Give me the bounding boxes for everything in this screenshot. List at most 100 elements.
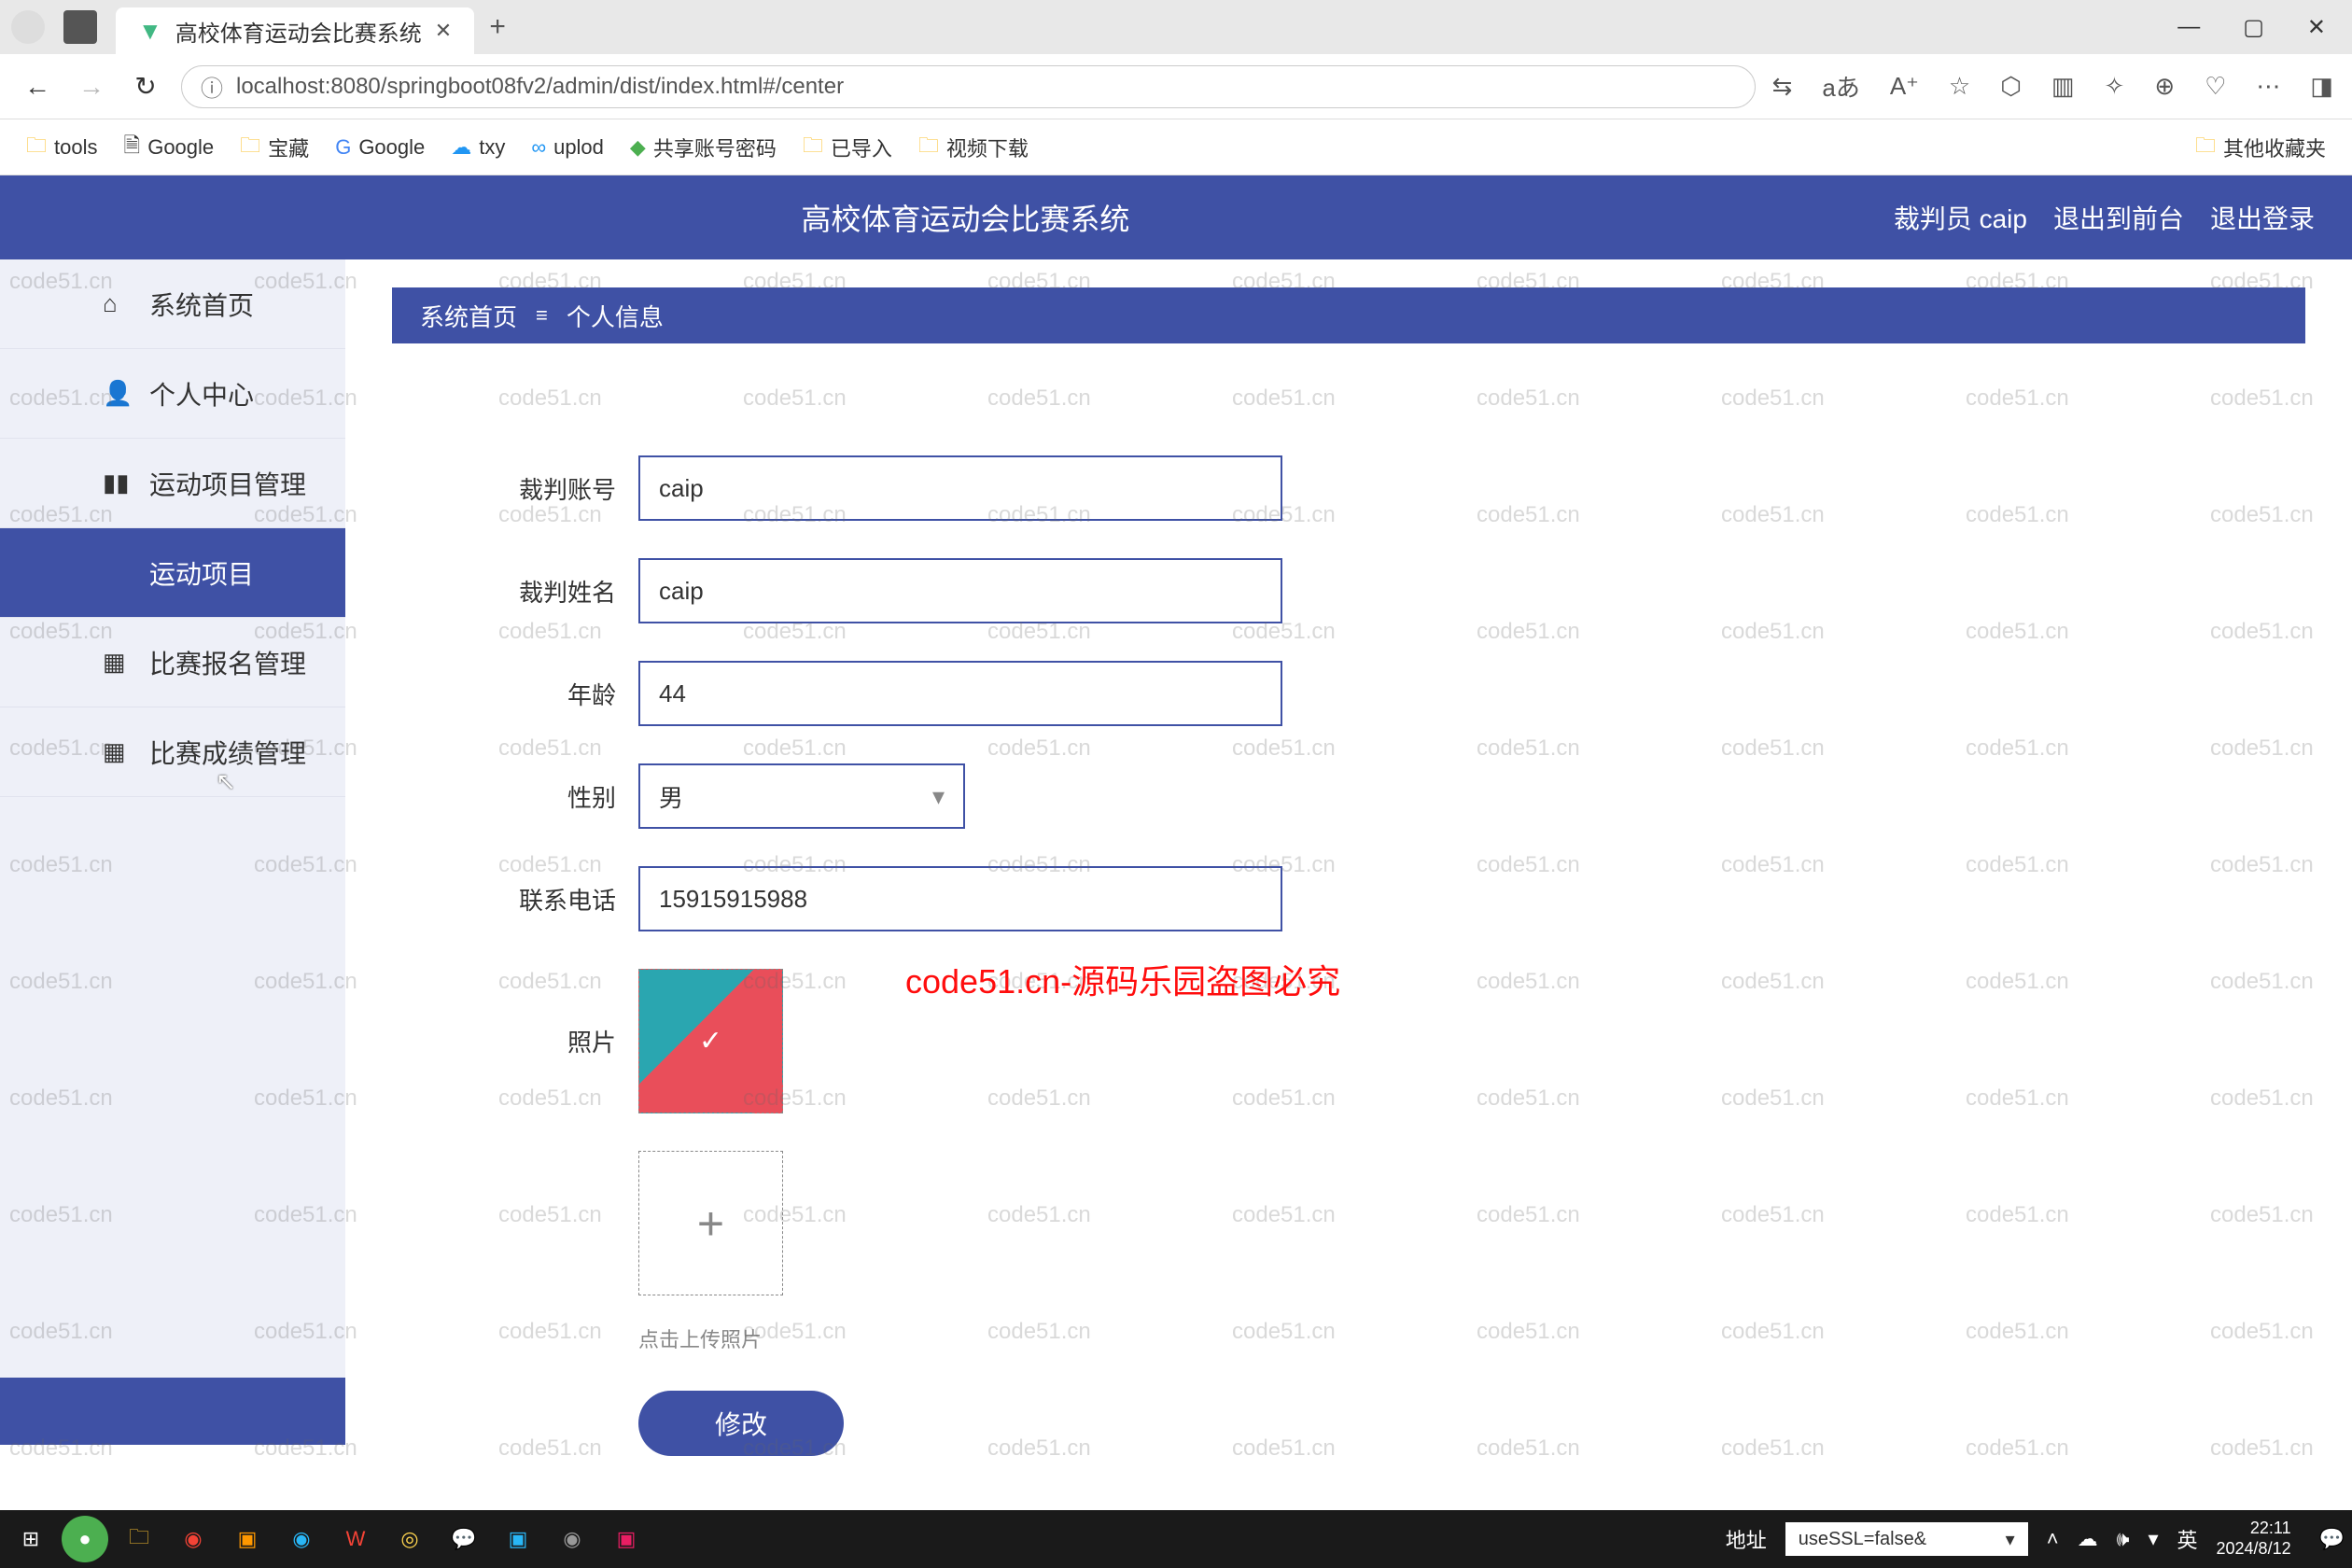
bookmark-share[interactable]: ◆共享账号密码 [630,133,777,162]
close-window-icon[interactable]: ✕ [2307,14,2326,41]
account-label: 裁判账号 [467,471,616,506]
logout-front-link[interactable]: 退出到前台 [2053,199,2184,236]
bookmark-tools[interactable]: 🗀tools [26,130,98,165]
address-label: 地址 [1726,1524,1767,1554]
chrome-icon[interactable]: ◉ [170,1516,217,1562]
info-icon[interactable]: ⓘ [201,70,223,103]
refresh-icon[interactable]: ↻ [127,71,164,102]
logout-link[interactable]: 退出登录 [2210,199,2315,236]
extension-icon[interactable]: ⬡ [2000,72,2022,101]
wechat-icon[interactable]: 💬 [441,1516,487,1562]
sidebar-item-sports[interactable]: 运动项目 [0,528,345,618]
more-icon[interactable]: ⋯ [2256,72,2280,101]
page-icon: 🗎 [124,130,141,165]
tab-title: 高校体育运动会比赛系统 [175,15,422,48]
tab-bar: ▼ 高校体育运动会比赛系统 ✕ + — ▢ ✕ [0,0,2352,54]
ime-indicator[interactable]: 英 [2177,1524,2198,1554]
sidebar-item-enroll[interactable]: ▦比赛报名管理 [0,618,345,707]
folder-icon: 🗀 [26,130,47,165]
account-input[interactable] [638,455,1282,521]
cloud-icon: ☁ [451,135,471,160]
app-icon[interactable]: ● [62,1516,108,1562]
list-icon: ▮▮ [103,469,131,497]
folder-icon: 🗀 [803,130,823,165]
google-icon: G [335,135,351,160]
reader-icon[interactable]: ⇆ [1772,72,1793,101]
bookmark-video[interactable]: 🗀视频下载 [918,130,1029,165]
minimize-icon[interactable]: — [2177,14,2200,41]
bookmark-uplod[interactable]: ∞uplod [531,135,604,160]
main-content: 系统首页 ≡ 个人信息 裁判账号 裁判姓名 年龄 性别男▾ 联系电话 照片✓ +… [345,259,2352,1445]
link-icon: ∞ [531,135,546,160]
url-field[interactable]: ⓘ localhost:8080/springboot08fv2/admin/d… [181,65,1756,108]
breadcrumb: 系统首页 ≡ 个人信息 [392,287,2305,343]
upload-hint: 点击上传照片 [638,1323,2305,1353]
app-header: 高校体育运动会比赛系统 裁判员 caip 退出到前台 退出登录 [0,175,2352,259]
bird-icon[interactable]: ▣ [495,1516,541,1562]
split-icon[interactable]: ▥ [2051,72,2075,101]
profile-form: 裁判账号 裁判姓名 年龄 性别男▾ 联系电话 照片✓ + 点击上传照片 修改 [392,343,2305,1456]
wps-icon[interactable]: W [332,1516,379,1562]
idea-icon[interactable]: ▣ [603,1516,650,1562]
new-tab-button[interactable]: + [474,4,521,50]
start-icon[interactable]: ⊞ [7,1516,54,1562]
breadcrumb-sep-icon: ≡ [536,303,548,328]
folder-icon: 🗀 [918,130,939,165]
downloads-icon[interactable]: ⊕ [2154,72,2175,101]
misc-icon[interactable]: ◎ [386,1516,433,1562]
tray-up-icon[interactable]: ˄ [2047,1527,2059,1551]
read-aloud-icon[interactable]: A⁺ [1890,72,1919,101]
sublime-icon[interactable]: ▣ [224,1516,271,1562]
tray-icon[interactable]: ▾ [2148,1527,2158,1551]
workspace-icon[interactable] [63,10,97,44]
sidebar-item-profile[interactable]: 👤个人中心 [0,349,345,439]
clock[interactable]: 22:11 2024/8/12 [2217,1519,2301,1559]
browser-tab[interactable]: ▼ 高校体育运动会比赛系统 ✕ [116,7,474,54]
gender-select[interactable]: 男▾ [638,763,965,829]
grid-icon: ▦ [103,737,131,766]
folder-icon: 🗀 [240,130,260,165]
translate-icon[interactable]: aあ [1822,69,1859,104]
favorite-icon[interactable]: ☆ [1949,72,1970,101]
chevron-down-icon: ▾ [932,782,945,811]
profile-icon[interactable] [11,10,45,44]
upload-box[interactable]: + [638,1151,783,1295]
forward-icon: → [73,72,110,102]
photo-label: 照片 [467,1024,616,1058]
notification-icon[interactable]: 💬 [2319,1527,2345,1551]
user-label: 裁判员 caip [1894,199,2027,236]
performance-icon[interactable]: ♡ [2205,72,2226,101]
breadcrumb-home[interactable]: 系统首页 [420,299,517,333]
bookmark-baozang[interactable]: 🗀宝藏 [240,130,309,165]
share-icon: ◆ [630,135,646,160]
app: 高校体育运动会比赛系统 裁判员 caip 退出到前台 退出登录 ⌂系统首页 👤个… [0,175,2352,1445]
edge-icon[interactable]: ◉ [278,1516,325,1562]
explorer-icon[interactable]: 🗀 [116,1516,162,1562]
photo-thumbnail[interactable]: ✓ [638,969,783,1113]
age-label: 年龄 [467,677,616,711]
bookmark-imported[interactable]: 🗀已导入 [803,130,892,165]
phone-input[interactable] [638,866,1282,931]
address-dropdown[interactable]: useSSL=false&▾ [1785,1522,2028,1556]
submit-button[interactable]: 修改 [638,1391,844,1456]
bookmark-txy[interactable]: ☁txy [451,135,505,160]
obs-icon[interactable]: ◉ [549,1516,595,1562]
age-input[interactable] [638,661,1282,726]
sidebar-item-results[interactable]: ▦比赛成绩管理 [0,707,345,797]
sidebar-icon[interactable]: ◨ [2310,72,2333,101]
sidebar-item-sports-mgmt[interactable]: ▮▮运动项目管理 [0,439,345,528]
back-icon[interactable]: ← [19,72,56,102]
collections-icon[interactable]: ✧ [2105,72,2125,101]
bookmark-google[interactable]: 🗎Google [124,130,215,165]
sidebar-bottom-bar [0,1378,345,1445]
name-input[interactable] [638,558,1282,623]
taskbar: ⊞ ● 🗀 ◉ ▣ ◉ W ◎ 💬 ▣ ◉ ▣ 地址 useSSL=false&… [0,1510,2352,1568]
tray-icon[interactable]: ☁ [2078,1527,2098,1551]
tray-icon[interactable]: 🕪 [2117,1527,2130,1551]
sidebar-item-home[interactable]: ⌂系统首页 [0,259,345,349]
check-icon: ✓ [699,1025,722,1057]
bookmark-google2[interactable]: GGoogle [335,135,425,160]
maximize-icon[interactable]: ▢ [2243,14,2264,41]
close-tab-icon[interactable]: ✕ [435,19,452,43]
other-bookmarks[interactable]: 🗀其他收藏夹 [2195,130,2326,165]
